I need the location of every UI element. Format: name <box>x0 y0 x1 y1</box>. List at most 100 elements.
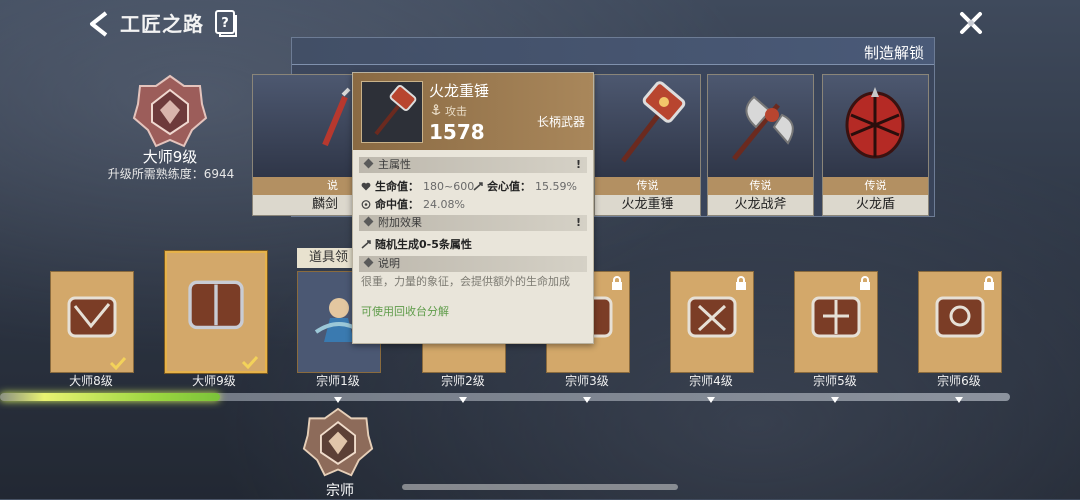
item-grade: 传说 <box>595 177 700 195</box>
unlock-item-card[interactable]: 传说 火龙重锤 <box>594 74 701 216</box>
level-reward-card-selected[interactable] <box>165 251 267 373</box>
level-label: 大师9级 <box>192 374 236 388</box>
item-art <box>253 75 358 177</box>
extra-effects-header: 附加效果 ! <box>359 215 587 231</box>
back-chevron-icon[interactable] <box>86 10 112 38</box>
level-marker-icon <box>831 397 839 403</box>
level-label: 宗师6级 <box>937 374 981 388</box>
level-marker-icon <box>334 397 342 403</box>
armor-chest-icon <box>811 296 861 338</box>
master-rank-emblem-icon <box>132 74 208 148</box>
hp-value: 180~600 <box>423 180 475 193</box>
diamond-icon <box>363 216 374 227</box>
item-detail-tooltip: 火龙重锤 攻击 1578 长柄武器 主属性 ! 生命值： 180~600 会心值：… <box>352 72 594 344</box>
item-art <box>595 75 700 177</box>
item-name: 麟剑 <box>311 197 338 212</box>
svg-text:?: ? <box>221 16 229 31</box>
upgrade-requirement-text: 升级所需熟练度：6944 <box>107 167 235 181</box>
fire-dragon-hammer-icon <box>621 81 686 163</box>
level-marker-icon <box>459 397 467 403</box>
item-name: 火龙战斧 <box>734 197 787 212</box>
unlock-item-card[interactable]: 传说 火龙盾 <box>822 74 929 216</box>
level-reward-card[interactable] <box>50 271 134 373</box>
page-title: 工匠之路 <box>120 12 204 36</box>
heart-icon <box>361 182 371 191</box>
extra-effect-row: 随机生成0-5条属性 <box>361 236 472 252</box>
level-label: 宗师4级 <box>689 374 733 388</box>
claimed-check-icon <box>241 355 259 369</box>
item-art <box>708 75 813 177</box>
armor-chest-icon <box>935 296 985 338</box>
lock-icon <box>984 276 994 290</box>
exclamation-icon: ! <box>575 216 581 229</box>
fire-dragon-shield-icon <box>845 87 905 159</box>
unlock-panel-title: 制造解锁 <box>863 44 924 62</box>
main-attributes-header: 主属性 ! <box>359 157 587 173</box>
exclamation-icon: ! <box>575 158 581 171</box>
unlock-item-card[interactable]: 说 麟剑 <box>252 74 359 216</box>
grandmaster-rank-emblem-icon <box>302 407 374 477</box>
description-header: 说明 <box>359 256 587 272</box>
armor-chest-icon <box>687 296 737 338</box>
book-question-icon[interactable]: ? <box>214 9 238 37</box>
next-rank-name: 宗师 <box>326 483 354 499</box>
fire-dragon-hammer-icon <box>374 85 417 136</box>
fire-dragon-axe-icon <box>732 95 794 161</box>
unlock-item-card[interactable]: 传说 火龙战斧 <box>707 74 814 216</box>
item-grade: 说 <box>253 177 358 195</box>
target-icon <box>361 200 371 209</box>
extra-effect-text: 随机生成0-5条属性 <box>375 238 472 251</box>
level-label: 宗师1级 <box>316 374 360 388</box>
lock-icon <box>612 276 622 290</box>
lock-icon <box>736 276 746 290</box>
tooltip-item-name: 火龙重锤 <box>429 82 490 100</box>
hit-attribute: 命中值： 24.08% <box>361 196 465 212</box>
level-label: 宗师5级 <box>813 374 857 388</box>
crit-icon <box>361 240 371 249</box>
diamond-icon <box>363 257 374 268</box>
level-marker-icon <box>583 397 591 403</box>
level-reward-card[interactable] <box>670 271 754 373</box>
item-icon-frame <box>361 81 423 143</box>
diamond-icon <box>363 158 374 169</box>
level-label: 大师8级 <box>69 374 113 388</box>
item-art <box>823 75 928 177</box>
level-reward-card[interactable] <box>918 271 1002 373</box>
item-name: 火龙重锤 <box>621 197 674 212</box>
tooltip-header: 火龙重锤 攻击 1578 长柄武器 <box>353 73 593 150</box>
description-title: 说明 <box>378 257 400 270</box>
tooltip-item-category: 长柄武器 <box>536 115 585 129</box>
scrollbar[interactable] <box>402 484 678 490</box>
armor-chest-icon <box>67 296 117 338</box>
crit-attribute: 会心值： 15.59% <box>473 178 577 194</box>
hp-attribute: 生命值： 180~600 <box>361 178 474 194</box>
progress-fill <box>0 393 220 401</box>
recycle-hint: 可使用回收台分解 <box>361 305 449 318</box>
hit-value: 24.08% <box>423 198 465 211</box>
level-label: 宗师2级 <box>441 374 485 388</box>
level-marker-icon <box>707 397 715 403</box>
lock-icon <box>860 276 870 290</box>
hp-label: 生命值： <box>375 180 419 193</box>
level-label: 宗师3级 <box>565 374 609 388</box>
claimed-check-icon <box>109 356 127 370</box>
item-grade: 传说 <box>823 177 928 195</box>
hit-label: 命中值： <box>375 198 419 211</box>
sword-icon <box>322 87 351 147</box>
armor-chest-icon <box>188 280 244 330</box>
level-reward-card[interactable] <box>794 271 878 373</box>
item-claim-tag: 道具领 <box>297 248 359 268</box>
unlock-panel-header: 制造解锁 <box>292 38 934 65</box>
crit-value: 15.59% <box>535 180 577 193</box>
tooltip-item-type: 攻击 <box>445 105 467 118</box>
item-name: 火龙盾 <box>855 197 895 212</box>
tooltip-item-score: 1578 <box>429 120 485 144</box>
description-text: 很重，力量的象征，会提供额外的生命加成 <box>361 275 570 288</box>
crit-label: 会心值： <box>487 180 531 193</box>
close-x-icon[interactable] <box>958 10 984 36</box>
current-rank-name: 大师9级 <box>142 148 198 166</box>
extra-effects-title: 附加效果 <box>378 216 422 229</box>
crit-icon <box>473 182 483 191</box>
anchor-icon <box>431 104 441 115</box>
main-attributes-title: 主属性 <box>378 158 411 171</box>
